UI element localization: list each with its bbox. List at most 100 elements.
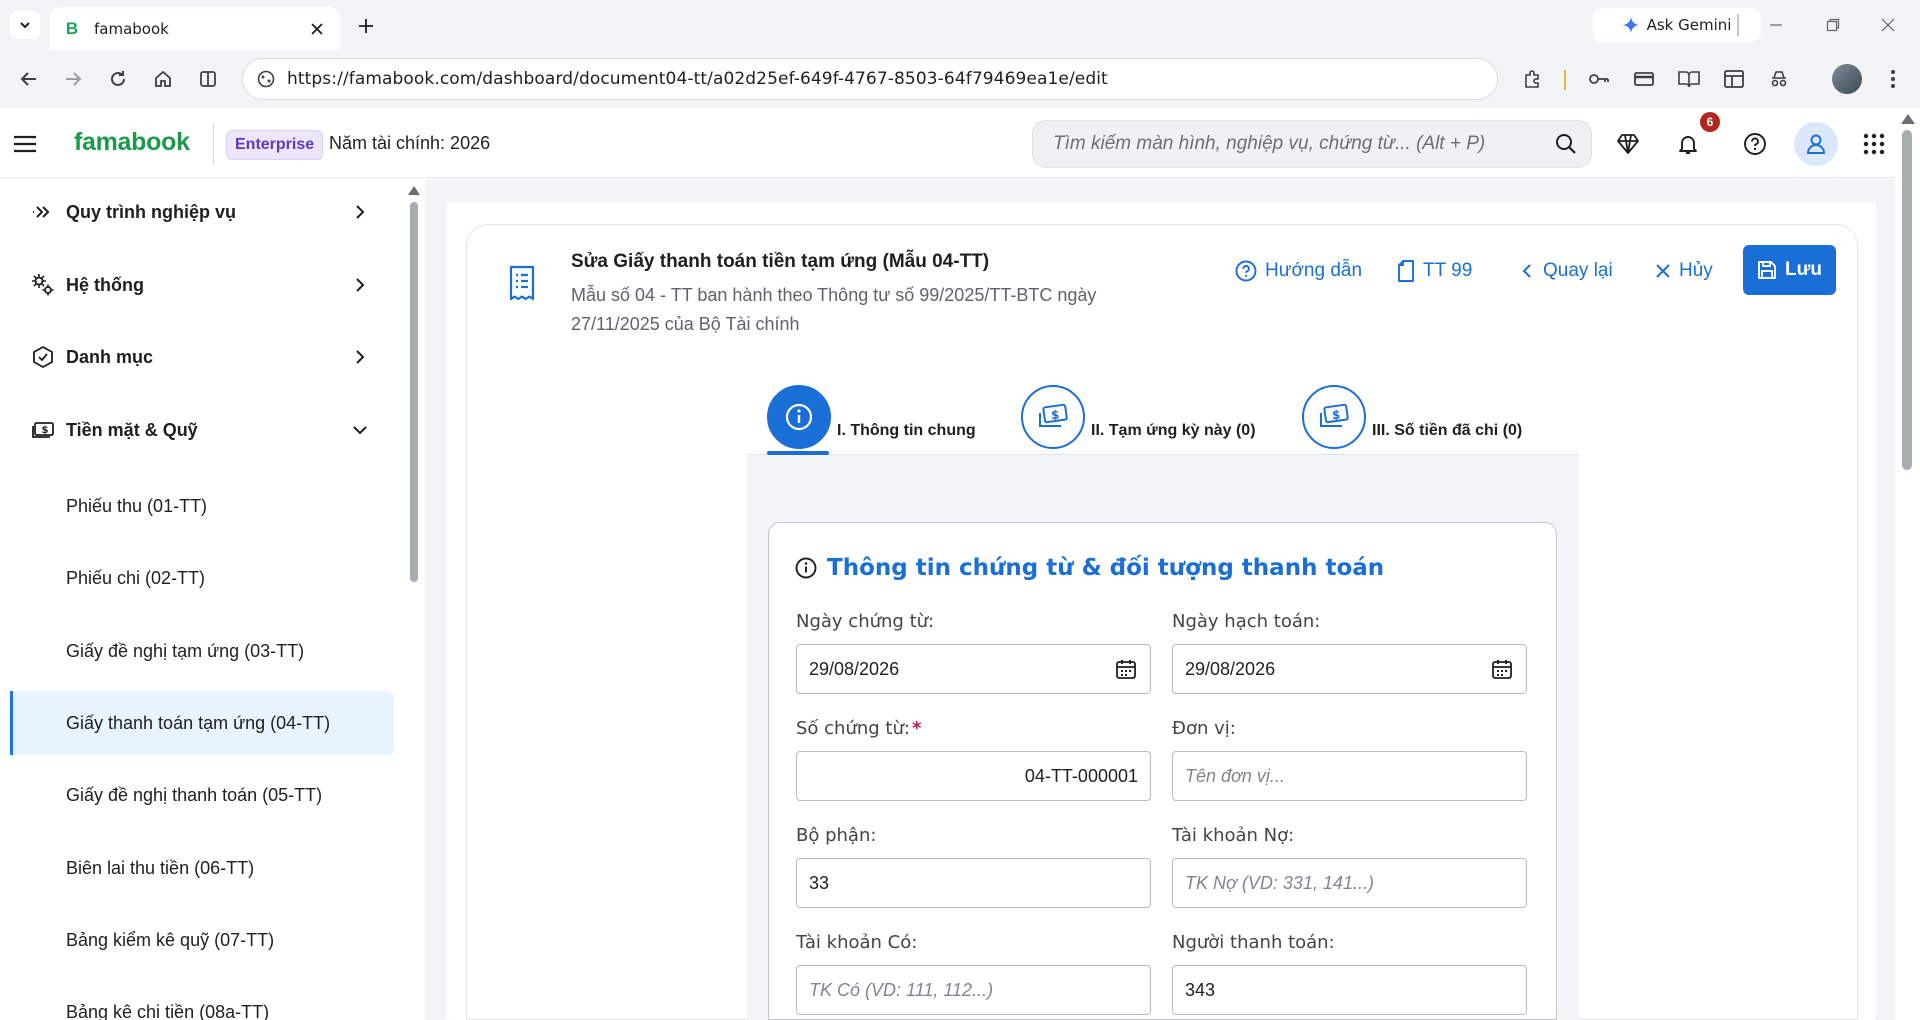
credit-account-input[interactable] bbox=[809, 979, 1138, 1001]
chrome-divider bbox=[1737, 14, 1739, 36]
incognito-button[interactable] bbox=[1764, 64, 1794, 94]
brand-divider bbox=[213, 124, 214, 164]
doc-no-input[interactable] bbox=[809, 765, 1138, 787]
chevron-left-icon bbox=[1522, 264, 1531, 278]
chevron-down-icon bbox=[353, 426, 367, 435]
extensions-button[interactable] bbox=[1518, 64, 1548, 94]
sidebar-group-workflow[interactable]: Quy trình nghiệp vụ bbox=[30, 192, 370, 232]
app-search-box[interactable] bbox=[1032, 120, 1592, 168]
spy-icon bbox=[1771, 71, 1787, 87]
unit-field[interactable] bbox=[1172, 751, 1527, 801]
menu-toggle-button[interactable] bbox=[12, 131, 38, 157]
doc-date-input[interactable] bbox=[809, 658, 1106, 680]
user-account-button[interactable] bbox=[1794, 122, 1838, 166]
chevron-down-icon bbox=[20, 22, 30, 29]
url-text[interactable]: https://famabook.com/dashboard/document0… bbox=[287, 69, 1108, 89]
forward-nav-button[interactable] bbox=[58, 64, 88, 94]
address-bar[interactable]: https://famabook.com/dashboard/document0… bbox=[242, 58, 1498, 100]
sidebar-item-payment-request-05tt[interactable]: Giấy đề nghị thanh toán (05-TT) bbox=[10, 763, 394, 827]
ask-gemini-button[interactable]: Ask Gemini bbox=[1593, 8, 1761, 42]
step-tab-amount-spent[interactable]: $ III. Số tiền đã chi (0) bbox=[1302, 385, 1522, 449]
site-info-icon bbox=[257, 70, 275, 88]
toolbar-separator bbox=[1564, 70, 1566, 90]
debit-account-field[interactable] bbox=[1172, 858, 1527, 908]
favicon-icon: B bbox=[65, 18, 79, 38]
sidebar-item-collection-receipt-06tt[interactable]: Biên lai thu tiền (06-TT) bbox=[10, 836, 394, 900]
tab-groups-button[interactable] bbox=[1719, 64, 1749, 94]
post-date-input[interactable] bbox=[1185, 658, 1482, 680]
sidebar-item-payment-02tt[interactable]: Phiếu chi (02-TT) bbox=[10, 546, 394, 610]
brand-logo[interactable]: famabook bbox=[74, 128, 190, 157]
passwords-button[interactable] bbox=[1584, 64, 1614, 94]
reload-icon bbox=[111, 71, 125, 86]
back-button[interactable]: Quay lại bbox=[1519, 247, 1613, 295]
circular-tt99-button[interactable]: TT 99 bbox=[1397, 247, 1472, 295]
guide-button[interactable]: Hướng dẫn bbox=[1235, 247, 1362, 295]
grid-icon bbox=[1863, 133, 1885, 155]
department-field[interactable] bbox=[796, 858, 1151, 908]
sidebar-group-system[interactable]: Hệ thống bbox=[30, 265, 370, 305]
split-view-button[interactable] bbox=[193, 64, 223, 94]
home-icon bbox=[155, 70, 171, 87]
ask-gemini-label: Ask Gemini bbox=[1646, 16, 1732, 34]
required-asterisk: * bbox=[911, 718, 922, 739]
page-scrollbar[interactable] bbox=[1895, 108, 1920, 1020]
sidebar-group-label: Hệ thống bbox=[66, 274, 144, 295]
search-icon[interactable] bbox=[1555, 133, 1577, 155]
apps-grid-button[interactable] bbox=[1858, 128, 1890, 160]
page-scrollbar-thumb[interactable] bbox=[1902, 130, 1912, 470]
sidebar-group-cash-fund[interactable]: $ Tiền mặt & Quỹ bbox=[30, 410, 370, 450]
credit-account-field[interactable] bbox=[796, 965, 1151, 1015]
step-tab-advance-this-period[interactable]: $ II. Tạm ứng kỳ này (0) bbox=[1021, 385, 1256, 449]
save-button[interactable]: Lưu bbox=[1743, 245, 1836, 295]
department-input[interactable] bbox=[809, 872, 1138, 894]
tab-close-button[interactable] bbox=[306, 18, 328, 40]
fiscal-year-selector[interactable]: Năm tài chính: 2026 bbox=[329, 133, 490, 154]
restore-button[interactable] bbox=[1811, 10, 1855, 40]
calendar-icon[interactable] bbox=[1490, 657, 1514, 681]
premium-button[interactable] bbox=[1612, 128, 1644, 160]
plus-icon bbox=[359, 19, 373, 33]
debit-account-label: Tài khoản Nợ: bbox=[1172, 825, 1295, 846]
sidebar-item-expense-list-08att[interactable]: Bảng kê chi tiền (08a-TT) bbox=[10, 980, 394, 1020]
close-window-button[interactable] bbox=[1866, 10, 1910, 40]
cancel-button[interactable]: Hủy bbox=[1655, 247, 1713, 295]
page-subtitle: Mẫu số 04 - TT ban hành theo Thông tư số… bbox=[571, 285, 1097, 334]
sidebar-item-cash-count-07tt[interactable]: Bảng kiểm kê quỹ (07-TT) bbox=[10, 908, 394, 972]
payer-input[interactable] bbox=[1185, 979, 1514, 1001]
sidebar-group-catalog[interactable]: Danh mục bbox=[30, 337, 370, 377]
minimize-button[interactable] bbox=[1754, 10, 1798, 40]
sidebar-item-advance-settlement-04tt[interactable]: Giấy thanh toán tạm ứng (04-TT) bbox=[10, 691, 394, 755]
doc-no-field[interactable] bbox=[796, 751, 1151, 801]
sidebar-item-receipt-01tt[interactable]: Phiếu thu (01-TT) bbox=[10, 474, 394, 538]
new-tab-button[interactable] bbox=[352, 12, 380, 40]
guide-label: Hướng dẫn bbox=[1265, 260, 1363, 281]
reading-mode-button[interactable] bbox=[1674, 64, 1704, 94]
payment-button[interactable] bbox=[1629, 64, 1659, 94]
back-nav-button[interactable] bbox=[14, 64, 44, 94]
sidebar-scrollbar-thumb[interactable] bbox=[410, 202, 418, 582]
help-button[interactable] bbox=[1739, 128, 1771, 160]
browser-menu-button[interactable] bbox=[1878, 64, 1908, 94]
book-icon bbox=[1678, 71, 1700, 88]
calendar-icon[interactable] bbox=[1114, 657, 1138, 681]
minimize-icon bbox=[1770, 24, 1782, 26]
home-button[interactable] bbox=[148, 64, 178, 94]
sidebar-scroll-up-arrow[interactable] bbox=[408, 186, 420, 195]
reload-button[interactable] bbox=[103, 64, 133, 94]
post-date-field[interactable] bbox=[1172, 644, 1527, 694]
page-scroll-up-arrow[interactable] bbox=[1901, 114, 1915, 124]
sidebar-item-advance-request-03tt[interactable]: Giấy đề nghị tạm ứng (03-TT) bbox=[10, 619, 394, 683]
doc-no-label-text: Số chứng từ: bbox=[796, 718, 910, 739]
step-tab-general-info[interactable]: I. Thông tin chung bbox=[767, 385, 976, 449]
app-search-input[interactable] bbox=[1053, 133, 1555, 155]
close-icon bbox=[1656, 264, 1670, 278]
doc-date-field[interactable] bbox=[796, 644, 1151, 694]
tab-search-button[interactable] bbox=[10, 11, 40, 39]
unit-input[interactable] bbox=[1185, 765, 1514, 787]
payer-field[interactable] bbox=[1172, 965, 1527, 1015]
debit-account-input[interactable] bbox=[1185, 872, 1514, 894]
browser-tab[interactable]: B famabook bbox=[50, 7, 340, 50]
notifications-button[interactable] bbox=[1672, 128, 1704, 160]
profile-avatar[interactable] bbox=[1832, 64, 1862, 94]
